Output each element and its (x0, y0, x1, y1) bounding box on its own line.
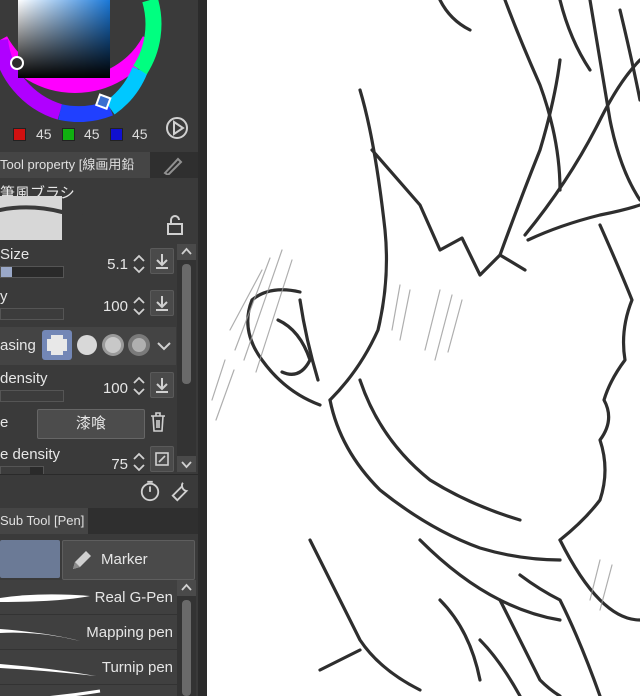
sub-tool-tabbar: Sub Tool [Pen] (0, 508, 198, 534)
scroll-up-arrow[interactable] (177, 244, 196, 260)
opacity-slider[interactable] (0, 308, 64, 320)
scroll-thumb[interactable] (182, 264, 191, 384)
size-value[interactable]: 5.1 (107, 256, 128, 273)
opacity-pressure-button[interactable] (150, 290, 174, 316)
texture-label: e (0, 414, 9, 431)
prop-row-brush-density: density 100 (0, 368, 176, 406)
tool-property-footer (0, 474, 198, 507)
tool-property-tabbar: Tool property [線画用鉛 (0, 152, 198, 178)
brush-stroke-preview (0, 664, 96, 676)
softer-circle-icon (128, 334, 150, 356)
green-value[interactable]: 45 (84, 126, 100, 142)
brush-stroke-preview (0, 594, 90, 602)
red-value[interactable]: 45 (36, 126, 52, 142)
prop-row-opacity: y 100 (0, 284, 176, 324)
spin-arrows-icon[interactable] (132, 294, 146, 318)
tool-property-scrollbar[interactable] (177, 244, 196, 472)
hue-handle (94, 93, 112, 110)
prop-row-size: Size 5.1 (0, 244, 176, 282)
group-label: Marker (101, 551, 148, 568)
texture-density-pressure-button[interactable] (150, 446, 174, 472)
red-swatch (13, 128, 26, 141)
brush-item-label: Real G-Pen (94, 589, 173, 606)
chevron-up-icon (181, 583, 192, 591)
texture-select-button[interactable]: 漆喰 (37, 409, 145, 439)
antialias-strong-option[interactable] (124, 330, 154, 360)
texture-density-value[interactable]: 75 (111, 456, 128, 473)
blue-swatch (110, 128, 123, 141)
pixel-circle-icon (47, 335, 67, 355)
list-item[interactable]: Mapping pen (0, 615, 177, 650)
scroll-thumb[interactable] (182, 600, 191, 696)
brush-item-label: Turnip pen (101, 659, 173, 676)
brush-density-pressure-button[interactable] (150, 372, 174, 398)
brush-item-label: Mapping pen (86, 624, 173, 641)
size-pressure-button[interactable] (150, 248, 174, 274)
stroke-preview-line (0, 205, 162, 221)
prop-label: e density (0, 446, 61, 463)
timer-icon[interactable] (139, 480, 161, 502)
scroll-up-arrow[interactable] (177, 580, 196, 596)
panel-divider[interactable] (198, 0, 207, 696)
prop-label: y (0, 288, 8, 305)
sub-tool-brush-list: Real G-Pen Mapping pen Turnip pen (0, 580, 177, 696)
group-marker-button[interactable]: Marker (62, 540, 195, 580)
chevron-up-icon (181, 247, 192, 255)
tab-tool-property[interactable]: Tool property [線画用鉛 (0, 152, 150, 178)
opacity-value[interactable]: 100 (103, 298, 128, 315)
size-slider[interactable] (0, 266, 64, 278)
wrench-icon[interactable] (170, 480, 192, 502)
square-slash-icon (155, 452, 169, 466)
chevron-down-icon (181, 461, 192, 469)
spin-arrows-icon[interactable] (132, 450, 146, 474)
sketch-drawing (211, 0, 640, 696)
tab-sub-tool[interactable]: Sub Tool [Pen] (0, 508, 88, 534)
prop-label: density (0, 370, 48, 387)
brush-density-value[interactable]: 100 (103, 380, 128, 397)
prop-label: Size (0, 246, 30, 263)
prop-row-texture-density: e density 75 (0, 444, 176, 478)
antialiasing-row: asing (0, 327, 176, 365)
antialiasing-label: asing (0, 337, 36, 354)
antialias-none-option[interactable] (42, 330, 72, 360)
download-arrow-icon (156, 254, 168, 269)
download-arrow-icon (156, 296, 168, 311)
sub-tool-scrollbar[interactable] (177, 580, 196, 696)
spin-arrows-icon[interactable] (132, 252, 146, 276)
list-item[interactable] (0, 685, 177, 696)
spin-arrows-icon[interactable] (132, 374, 146, 398)
brush-density-slider[interactable] (0, 390, 64, 402)
brush-stroke-preview (49, 689, 101, 696)
scroll-down-arrow[interactable] (177, 456, 196, 472)
blue-value[interactable]: 45 (132, 126, 148, 142)
left-panel: 45 45 45 Tool property [線画用鉛 筆風ブラシ Size … (0, 0, 198, 696)
trash-icon[interactable] (148, 411, 168, 433)
list-item[interactable]: Turnip pen (0, 650, 177, 685)
download-arrow-icon (156, 378, 168, 393)
group-pen-button[interactable] (0, 540, 60, 578)
color-wheel[interactable] (0, 0, 198, 122)
drawing-canvas[interactable] (207, 0, 640, 696)
chevron-down-icon[interactable] (156, 338, 172, 354)
green-swatch (62, 128, 75, 141)
color-picker-handle (10, 56, 24, 70)
marker-icon (73, 551, 91, 569)
lock-icon[interactable] (166, 215, 184, 235)
play-icon[interactable] (165, 116, 189, 140)
list-item[interactable]: Real G-Pen (0, 580, 177, 615)
brush-settings-icon[interactable] (162, 155, 184, 175)
